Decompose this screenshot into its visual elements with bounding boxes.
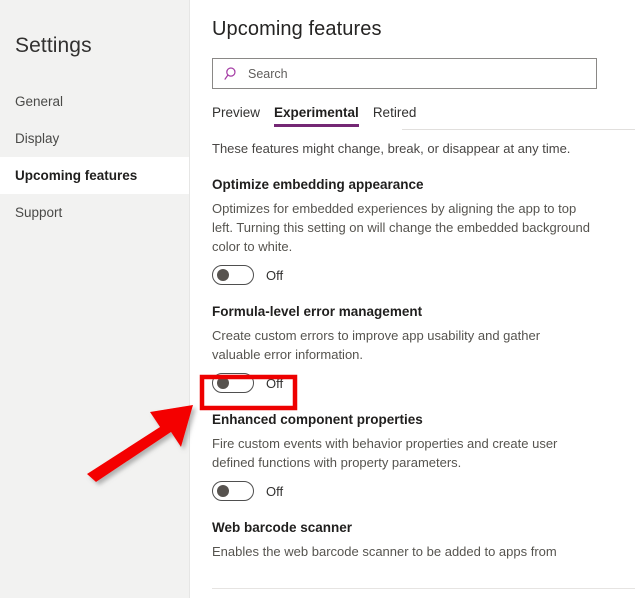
toggle-state-label: Off [266,483,284,499]
feature-title: Enhanced component properties [212,412,423,427]
sidebar-item-label: Upcoming features [15,168,138,183]
feature-item-optimize-embedding-appearance: Optimize embedding appearance Optimizes … [212,177,635,286]
content-bottom-divider [212,588,635,589]
feature-description: Enables the web barcode scanner to be ad… [212,544,557,559]
sidebar-item-general[interactable]: General [0,83,189,120]
feature-list: Optimize embedding appearance Optimizes … [212,177,635,561]
feature-item-web-barcode-scanner: Web barcode scanner Enables the web barc… [212,520,635,561]
search-icon [224,66,236,80]
tabs-divider [402,129,635,130]
experimental-notice: These features might change, break, or d… [212,141,571,156]
tab-experimental[interactable]: Experimental [274,105,359,127]
search-box[interactable] [212,58,597,89]
feature-tabs: Preview Experimental Retired [212,99,635,127]
sidebar-item-support[interactable]: Support [0,194,189,231]
tab-preview[interactable]: Preview [212,105,260,127]
toggle-knob [217,377,229,389]
search-input[interactable] [248,59,588,88]
toggle-optimize-embedding-appearance[interactable] [212,265,254,285]
feature-item-formula-level-error-management: Formula-level error management Create cu… [212,304,635,394]
toggle-state-label: Off [266,267,284,283]
sidebar-item-label: General [15,94,64,109]
feature-title: Optimize embedding appearance [212,177,424,192]
toggle-state-label: Off [266,375,284,391]
sidebar-item-display[interactable]: Display [0,120,189,157]
toggle-knob [217,269,229,281]
tab-retired[interactable]: Retired [373,105,417,127]
feature-title: Web barcode scanner [212,520,353,535]
toggle-formula-level-error-management[interactable] [212,373,254,393]
toggle-enhanced-component-properties[interactable] [212,481,254,501]
page-title: Upcoming features [212,18,382,40]
feature-description: Fire custom events with behavior propert… [212,436,558,470]
feature-item-enhanced-component-properties: Enhanced component properties Fire custo… [212,412,635,502]
tab-label: Experimental [274,105,359,120]
sidebar-nav-list: General Display Upcoming features Suppor… [0,83,189,231]
feature-toggle-row: Off [212,372,635,394]
feature-description: Optimizes for embedded experiences by al… [212,201,590,254]
tab-label: Retired [372,105,417,120]
feature-toggle-row: Off [212,480,635,502]
feature-title: Formula-level error management [212,304,423,319]
feature-toggle-row: Off [212,264,635,286]
settings-window: Settings General Display Upcoming featur… [0,0,635,598]
feature-description: Create custom errors to improve app usab… [212,328,541,362]
settings-content-pane: Upcoming features Preview Experimental R… [190,0,635,598]
sidebar-title: Settings [15,34,92,57]
sidebar-item-upcoming-features[interactable]: Upcoming features [0,157,189,194]
toggle-knob [217,485,229,497]
settings-sidebar: Settings General Display Upcoming featur… [0,0,190,598]
sidebar-item-label: Support [15,205,63,220]
sidebar-item-label: Display [15,131,60,146]
tab-label: Preview [212,105,261,120]
